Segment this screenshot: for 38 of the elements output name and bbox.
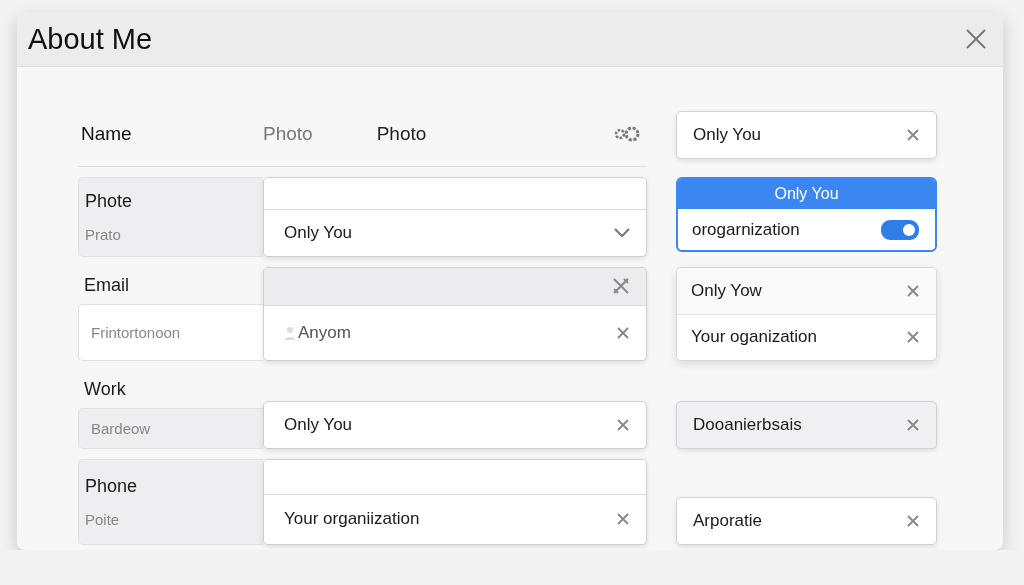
window-title: About Me: [28, 22, 153, 56]
popover-header[interactable]: Only You: [678, 179, 935, 209]
option-label: orogarnization: [692, 219, 800, 240]
select-field[interactable]: Only You: [676, 111, 937, 159]
field-label: Phone: [85, 476, 139, 497]
field-value: Only You: [284, 415, 353, 435]
close-icon[interactable]: [616, 512, 630, 527]
close-icon[interactable]: [906, 330, 920, 345]
field-value: Only You: [284, 223, 353, 244]
hint-field[interactable]: Frintortonoon: [78, 304, 263, 361]
column-heading: Name: [81, 122, 133, 145]
list-item[interactable]: Only Yow: [677, 268, 936, 314]
field-label: Phote: [85, 191, 134, 212]
select-field[interactable]: Arporatie: [676, 497, 937, 545]
input-field[interactable]: Anyom: [263, 267, 647, 361]
column-heading: Photo: [376, 122, 427, 145]
hint-text: Poite: [85, 511, 121, 528]
close-icon[interactable]: [616, 325, 630, 340]
chevron-down-icon[interactable]: [614, 228, 630, 239]
dropdown-field[interactable]: Only You: [263, 177, 647, 257]
input-field[interactable]: Your organiization: [263, 459, 647, 545]
field-value: Your organiization: [284, 509, 420, 530]
close-icon[interactable]: [616, 418, 630, 432]
tools-icon[interactable]: [612, 277, 630, 296]
close-icon[interactable]: [906, 514, 920, 528]
field-value: Anyom: [298, 322, 351, 343]
column-heading: Photo: [263, 122, 313, 145]
person-icon: [284, 325, 296, 340]
select-field[interactable]: Dooanierbsais: [676, 401, 937, 449]
field-label: Email: [83, 274, 130, 297]
toggle-switch[interactable]: [881, 219, 919, 240]
hint-text: Prato: [85, 226, 122, 243]
close-icon[interactable]: [906, 128, 920, 142]
close-icon[interactable]: [906, 283, 920, 298]
field-label: Work: [83, 378, 127, 401]
input-field[interactable]: Only You: [263, 401, 647, 449]
close-icon[interactable]: [906, 418, 920, 432]
list-item[interactable]: Your oganization: [677, 313, 936, 360]
